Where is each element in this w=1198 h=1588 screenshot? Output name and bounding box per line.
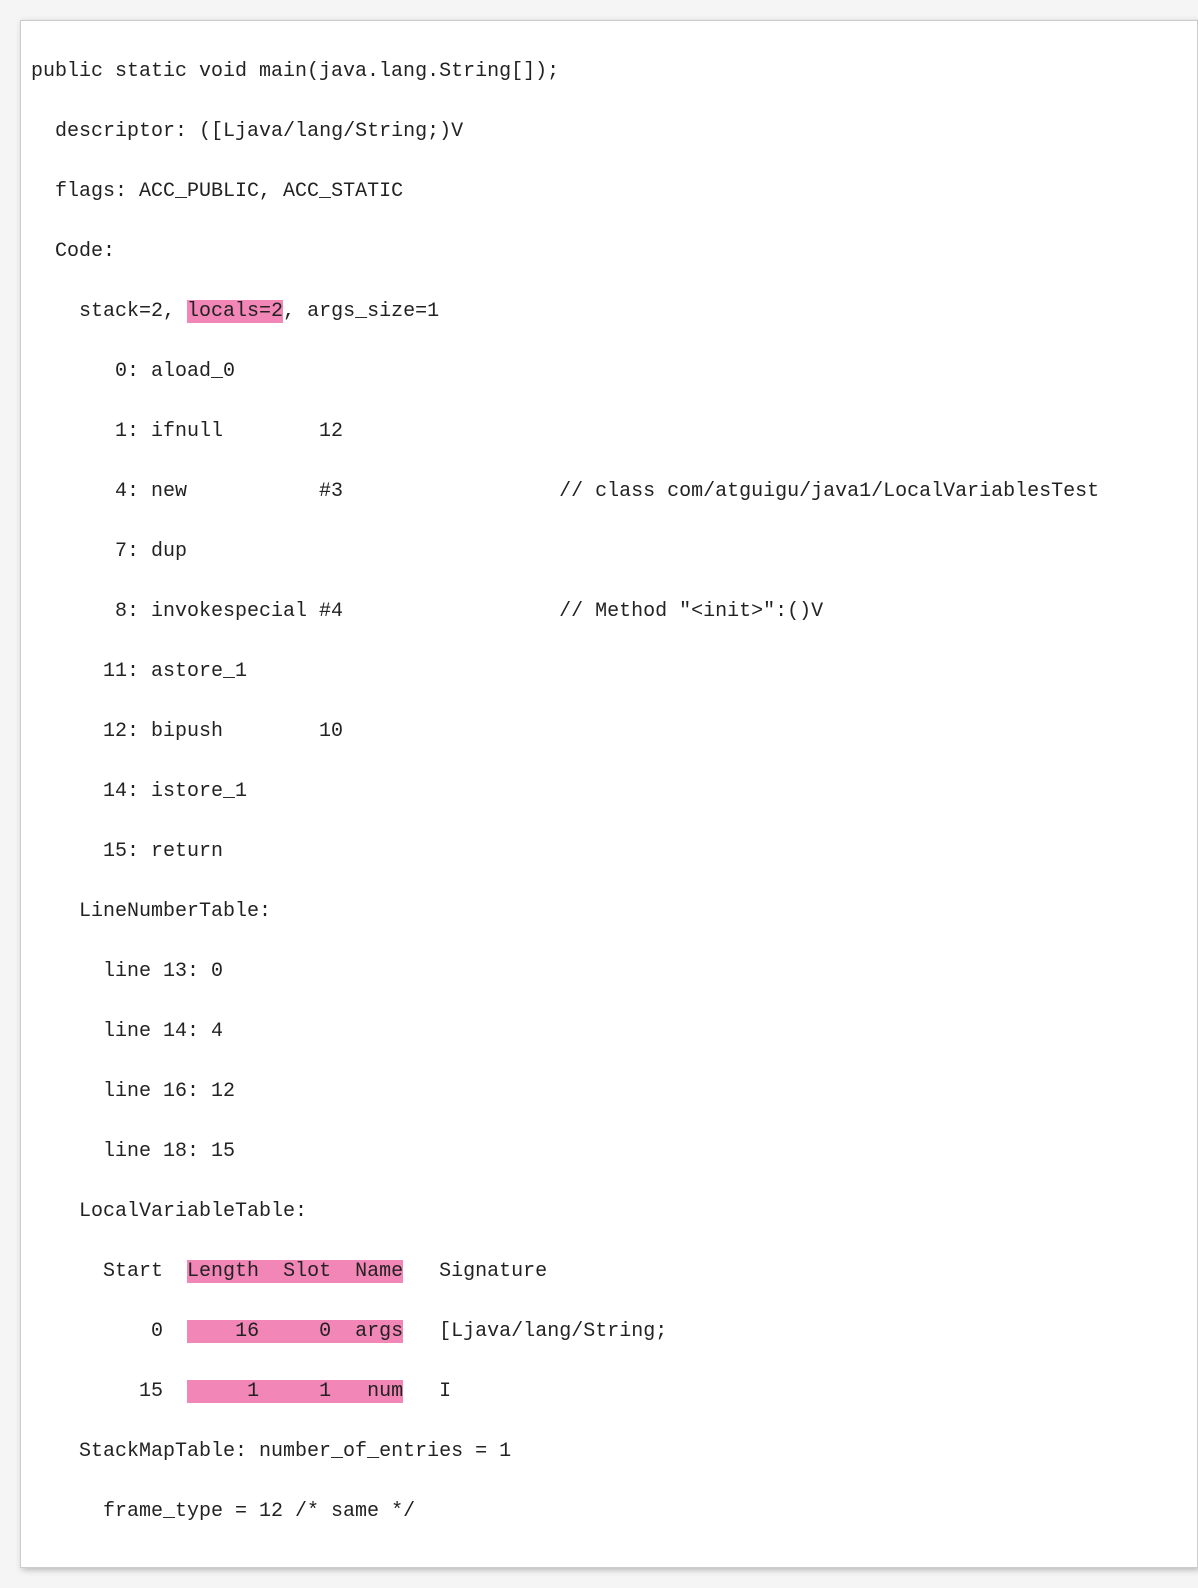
lvt-row: 0 16 0 args [Ljava/lang/String;	[31, 1317, 1187, 1347]
args-size-value: , args_size=1	[283, 300, 439, 323]
lvt-start: 0	[151, 1320, 163, 1343]
lvt-sig: [Ljava/lang/String;	[439, 1320, 667, 1343]
code-label: Code:	[31, 237, 1187, 267]
lvt-hl-row: 1 1 num	[187, 1380, 403, 1403]
instruction: 15: return	[31, 837, 1187, 867]
flags-label: flags:	[55, 180, 139, 203]
lnt-entry: line 16: 12	[31, 1077, 1187, 1107]
lvt-start: 15	[139, 1380, 163, 1403]
flags-line: flags: ACC_PUBLIC, ACC_STATIC	[31, 177, 1187, 207]
flags-value: ACC_PUBLIC, ACC_STATIC	[139, 180, 403, 203]
lvt-row: 15 1 1 num I	[31, 1377, 1187, 1407]
instruction: 7: dup	[31, 537, 1187, 567]
lnt-entry: line 14: 4	[31, 1017, 1187, 1047]
lvt-start-header: Start	[103, 1260, 163, 1283]
lvt-header: Start Length Slot Name Signature	[31, 1257, 1187, 1287]
instruction: 12: bipush 10	[31, 717, 1187, 747]
lvt-hl-header: Length Slot Name	[187, 1260, 403, 1283]
smt-frame-line: frame_type = 12 /* same */	[31, 1497, 1187, 1527]
method-signature: public static void main(java.lang.String…	[31, 57, 1187, 87]
stack-locals-line: stack=2, locals=2, args_size=1	[31, 297, 1187, 327]
descriptor-value: ([Ljava/lang/String;)V	[199, 120, 463, 143]
lvt-sig: I	[439, 1380, 451, 1403]
lvt-hl-row: 16 0 args	[187, 1320, 403, 1343]
instruction: 11: astore_1	[31, 657, 1187, 687]
descriptor-line: descriptor: ([Ljava/lang/String;)V	[31, 117, 1187, 147]
lvt-sig-header: Signature	[439, 1260, 547, 1283]
lnt-label: LineNumberTable:	[31, 897, 1187, 927]
instruction: 0: aload_0	[31, 357, 1187, 387]
lnt-entry: line 13: 0	[31, 957, 1187, 987]
stack-value: stack=2,	[79, 300, 187, 323]
instruction: 4: new #3 // class com/atguigu/java1/Loc…	[31, 477, 1187, 507]
lvt-label: LocalVariableTable:	[31, 1197, 1187, 1227]
bytecode-listing: public static void main(java.lang.String…	[20, 20, 1198, 1568]
instruction: 1: ifnull 12	[31, 417, 1187, 447]
lnt-entry: line 18: 15	[31, 1137, 1187, 1167]
smt-line: StackMapTable: number_of_entries = 1	[31, 1437, 1187, 1467]
locals-highlight: locals=2	[187, 300, 283, 323]
descriptor-label: descriptor:	[55, 120, 199, 143]
instruction: 8: invokespecial #4 // Method "<init>":(…	[31, 597, 1187, 627]
